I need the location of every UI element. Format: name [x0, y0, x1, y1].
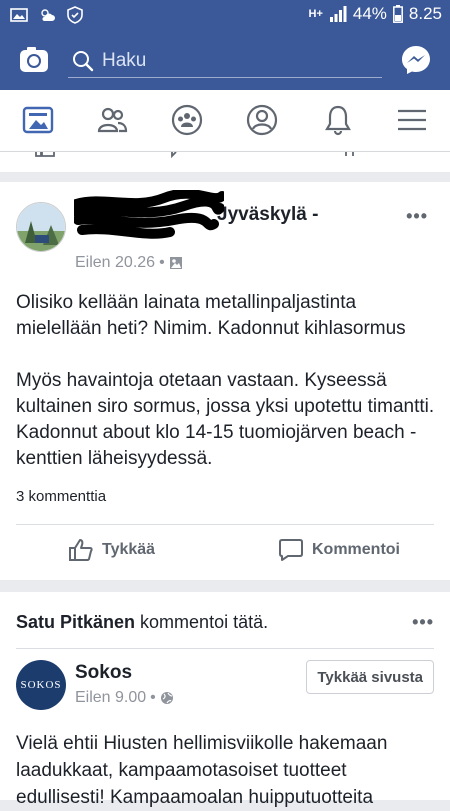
like-label: Tykkää — [102, 541, 156, 558]
comments-count[interactable]: 3 kommenttia — [16, 488, 106, 505]
more-options-icon[interactable]: ••• — [412, 612, 434, 633]
search-input[interactable] — [102, 48, 362, 74]
like-icon[interactable] — [34, 152, 58, 158]
like-icon — [69, 539, 93, 561]
avatar[interactable] — [16, 202, 66, 252]
divider — [16, 524, 434, 525]
battery-icon — [392, 5, 403, 23]
activity-line: Satu Pitkänen kommentoi tätä. — [16, 612, 268, 633]
page-name[interactable]: Sokos — [75, 662, 132, 684]
page-logo-text: SOKOS — [20, 679, 62, 691]
share-icon[interactable] — [344, 152, 362, 158]
tab-profile-icon[interactable] — [246, 104, 278, 136]
redaction-scribble — [74, 190, 224, 239]
separator-dot: • — [159, 254, 165, 271]
post-paragraph: Olisiko kellään lainata metallinpaljasti… — [16, 292, 406, 339]
network-indicator: H+ — [308, 8, 323, 20]
like-button[interactable]: Tykkää — [68, 538, 155, 562]
group-name[interactable]: Jyväskylä - — [217, 204, 318, 225]
shared-post-card: Satu Pitkänen kommentoi tätä. ••• SOKOS … — [0, 592, 450, 808]
tab-news-feed-icon[interactable] — [22, 104, 54, 136]
globe-icon — [160, 692, 173, 704]
clock: 8.25 — [408, 4, 442, 23]
comment-icon — [279, 539, 303, 561]
post-card: Jyväskylä - Eilen 20.26 • ••• Olisiko ke… — [0, 182, 450, 580]
page-logo[interactable]: SOKOS — [16, 660, 66, 710]
post-meta: Eilen 20.26 • — [75, 254, 183, 272]
more-options-icon[interactable]: ••• — [406, 206, 428, 227]
separator-dot: • — [150, 689, 156, 706]
activity-text: kommentoi tätä. — [140, 612, 269, 632]
comment-label: Kommentoi — [312, 541, 400, 558]
tab-groups-icon[interactable] — [171, 104, 203, 136]
post-paragraph: Myös havaintoja otetaan vastaan. Kyseess… — [16, 370, 435, 469]
nav-tabs — [0, 90, 450, 152]
page-post-meta: Eilen 9.00 • — [75, 689, 174, 707]
messenger-icon[interactable] — [400, 44, 432, 76]
gallery-icon — [10, 8, 28, 22]
shield-icon — [67, 6, 83, 24]
signal-icon — [329, 6, 347, 22]
post-time[interactable]: Eilen 20.26 — [75, 254, 155, 272]
group-privacy-icon — [169, 257, 182, 269]
page-post-body: Vielä ehtii Hiusten hellimisviikolle hak… — [16, 733, 388, 808]
search-bar[interactable] — [68, 44, 382, 78]
camera-icon[interactable] — [18, 44, 50, 76]
page-post-time[interactable]: Eilen 9.00 — [75, 689, 146, 707]
comment-icon[interactable] — [170, 152, 184, 158]
search-icon — [73, 51, 94, 72]
like-page-button[interactable]: Tykkää sivusta — [306, 660, 434, 694]
commenter-name[interactable]: Satu Pitkänen — [16, 612, 135, 632]
post-body: Olisiko kellään lainata metallinpaljasti… — [16, 290, 436, 472]
tab-menu-icon[interactable] — [396, 104, 428, 136]
app-header — [0, 30, 450, 90]
battery-percent: 44% — [352, 4, 387, 23]
comment-button[interactable]: Kommentoi — [278, 538, 400, 562]
previous-post-actions — [0, 152, 450, 172]
weather-icon — [41, 9, 55, 21]
tab-notifications-icon[interactable] — [322, 104, 354, 136]
status-bar: H+ 44% 8.25 — [0, 0, 450, 30]
divider — [16, 648, 434, 649]
tab-friends-icon[interactable] — [96, 104, 128, 136]
